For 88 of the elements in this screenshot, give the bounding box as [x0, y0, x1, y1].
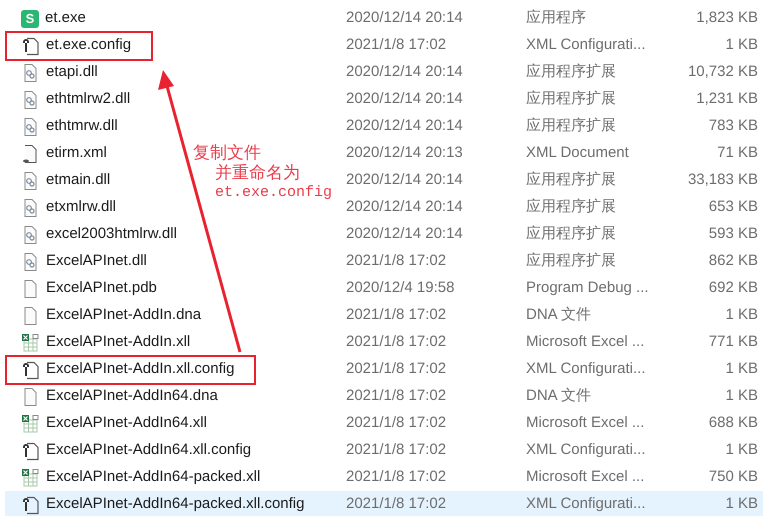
- modified-date: 2021/1/8 17:02: [346, 494, 448, 514]
- modified-date: 2020/12/14 20:13: [346, 143, 464, 164]
- file-size: 1 KB: [724, 386, 758, 406]
- modified-date: 2021/1/8 17:02: [346, 251, 448, 272]
- modified-date: 2021/1/8 17:02: [346, 386, 448, 406]
- file-size: 783 KB: [708, 116, 758, 136]
- modified-date: 2021/1/8 17:02: [346, 413, 448, 434]
- file-size: 688 KB: [708, 413, 758, 434]
- file-size: 1 KB: [724, 35, 758, 56]
- file-size: 10,732 KB: [686, 62, 758, 82]
- spreadsheet-file-icon: [21, 468, 40, 488]
- modified-date: 2021/1/8 17:02: [346, 467, 448, 488]
- modified-date: 2020/12/14 20:14: [346, 62, 464, 82]
- file-name: etxmlrw.dll: [46, 197, 116, 218]
- file-type: DNA 文件: [526, 386, 592, 406]
- file-type: XML Configurati...: [526, 440, 646, 460]
- file-type: 应用程序扩展: [526, 89, 617, 110]
- modified-date: 2021/1/8 17:02: [346, 305, 448, 326]
- file-type: 应用程序扩展: [526, 170, 617, 190]
- file-type: 应用程序扩展: [526, 251, 617, 272]
- modified-date: 2020/12/14 20:14: [346, 170, 464, 190]
- file-size: 692 KB: [708, 278, 758, 298]
- spreadsheet-file-icon: [21, 332, 40, 352]
- file-name: ExcelAPInet-AddIn.xll.config: [46, 359, 234, 380]
- file-size: 1,231 KB: [695, 89, 758, 110]
- file-name: ExcelAPInet.pdb: [46, 278, 157, 298]
- file-type: Program Debug ...: [526, 278, 650, 298]
- file-name: ExcelAPInet-AddIn64.xll.config: [46, 440, 252, 460]
- annotation-text: 复制文件: [193, 143, 262, 163]
- file-size: 653 KB: [708, 197, 758, 218]
- modified-date: 2020/12/14 20:14: [346, 8, 464, 28]
- file-size: 1 KB: [724, 494, 758, 514]
- file-size: 750 KB: [708, 467, 758, 488]
- file-size: 593 KB: [708, 224, 758, 244]
- modified-date: 2020/12/14 20:14: [346, 224, 464, 244]
- file-type: DNA 文件: [526, 305, 592, 326]
- file-name: etapi.dll: [46, 62, 98, 82]
- file-size: 1,823 KB: [695, 8, 758, 28]
- file-type: Microsoft Excel ...: [526, 467, 646, 488]
- modified-date: 2020/12/14 20:14: [346, 89, 464, 110]
- file-name: ExcelAPInet-AddIn64-packed.xll: [46, 467, 260, 488]
- spreadsheet-app-icon: S: [21, 10, 39, 28]
- wrench-file-icon: [21, 36, 40, 56]
- annotation-text: 并重命名为: [214, 163, 301, 183]
- file-type: 应用程序扩展: [526, 116, 617, 136]
- spreadsheet-file-icon: [21, 414, 40, 434]
- file-name: etirm.xml: [46, 143, 107, 164]
- wrench-file-icon: [21, 360, 40, 380]
- modified-date: 2020/12/4 19:58: [346, 278, 456, 298]
- file-type: 应用程序: [526, 8, 587, 28]
- file-size: 33,183 KB: [686, 170, 758, 190]
- file-size: 1 KB: [724, 440, 758, 460]
- modified-date: 2020/12/14 20:14: [346, 116, 464, 136]
- modified-date: 2021/1/8 17:02: [346, 440, 448, 460]
- annotation-code: et.exe.config: [214, 183, 332, 203]
- file-type: XML Document: [526, 143, 630, 164]
- modified-date: 2021/1/8 17:02: [346, 359, 448, 380]
- file-name: ethtmlrw2.dll: [46, 89, 130, 110]
- file-size: 1 KB: [724, 305, 758, 326]
- file-type: 应用程序扩展: [526, 197, 617, 218]
- file-name: excel2003htmlrw.dll: [46, 224, 177, 244]
- file-size: 862 KB: [708, 251, 758, 272]
- file-type: 应用程序扩展: [526, 224, 617, 244]
- file-type: XML Configurati...: [526, 35, 646, 56]
- file-name: ExcelAPInet-AddIn.dna: [46, 305, 202, 326]
- file-name: etmain.dll: [46, 170, 110, 190]
- file-name: ExcelAPInet-AddIn64.xll: [46, 413, 207, 434]
- modified-date: 2020/12/14 20:14: [346, 197, 464, 218]
- wrench-file-icon: [21, 494, 40, 514]
- file-type: XML Configurati...: [526, 494, 646, 514]
- file-size: 771 KB: [708, 332, 758, 352]
- file-type: 应用程序扩展: [526, 62, 617, 82]
- modified-date: 2021/1/8 17:02: [346, 332, 448, 352]
- file-type: Microsoft Excel ...: [526, 332, 646, 352]
- file-name: ExcelAPInet-AddIn64.dna: [46, 386, 218, 406]
- file-type: XML Configurati...: [526, 359, 646, 380]
- file-size: 71 KB: [716, 143, 758, 164]
- modified-date: 2021/1/8 17:02: [346, 35, 448, 56]
- file-name: ExcelAPInet-AddIn.xll: [46, 332, 190, 352]
- wrench-file-icon: [21, 440, 40, 460]
- file-size: 1 KB: [724, 359, 758, 380]
- file-name: ExcelAPInet.dll: [46, 251, 147, 272]
- file-name: ExcelAPInet-AddIn64-packed.xll.config: [46, 494, 304, 514]
- file-name: ethtmrw.dll: [46, 116, 118, 136]
- file-name: et.exe.config: [46, 35, 132, 56]
- file-name: et.exe: [45, 8, 86, 28]
- file-type: Microsoft Excel ...: [526, 413, 646, 434]
- selected-row[interactable]: ExcelAPInet-AddIn64-packed.xll.config 2021/1/8 17:02 XML Configurati... 1 KB: [5, 491, 763, 516]
